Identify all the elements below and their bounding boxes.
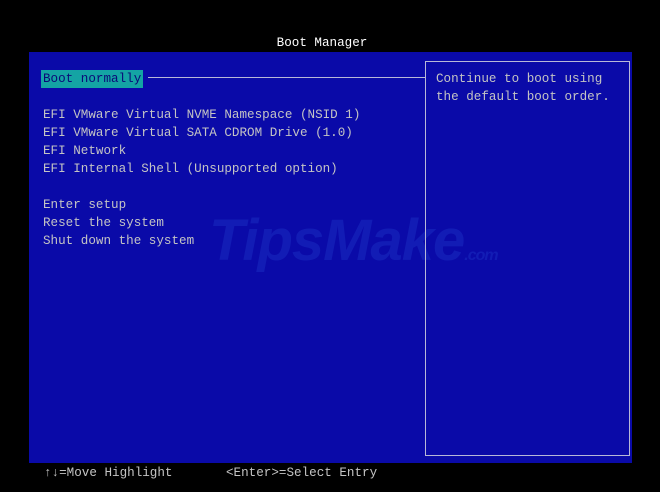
menu-item-reset[interactable]: Reset the system [43, 214, 164, 232]
help-box: Continue to boot using the default boot … [425, 61, 630, 456]
boot-manager-panel: TipsMake.com Boot normally EFI VMware Vi… [29, 52, 632, 463]
menu-item-cdrom[interactable]: EFI VMware Virtual SATA CDROM Drive (1.0… [43, 124, 353, 142]
menu-item-internal-shell[interactable]: EFI Internal Shell (Unsupported option) [43, 160, 338, 178]
menu-item-shutdown[interactable]: Shut down the system [43, 232, 194, 250]
footer-select-hint: <Enter>=Select Entry [226, 466, 378, 480]
menu-item-nvme[interactable]: EFI VMware Virtual NVME Namespace (NSID … [43, 106, 360, 124]
menu-item-enter-setup[interactable]: Enter setup [43, 196, 126, 214]
page-title: Boot Manager [276, 36, 368, 50]
menu-item-boot-normally[interactable]: Boot normally [41, 70, 144, 88]
menu-item-network[interactable]: EFI Network [43, 142, 126, 160]
footer-move-hint: ↑↓=Move Highlight [44, 466, 173, 480]
divider [148, 77, 425, 78]
help-text: Continue to boot using the default boot … [436, 72, 610, 104]
